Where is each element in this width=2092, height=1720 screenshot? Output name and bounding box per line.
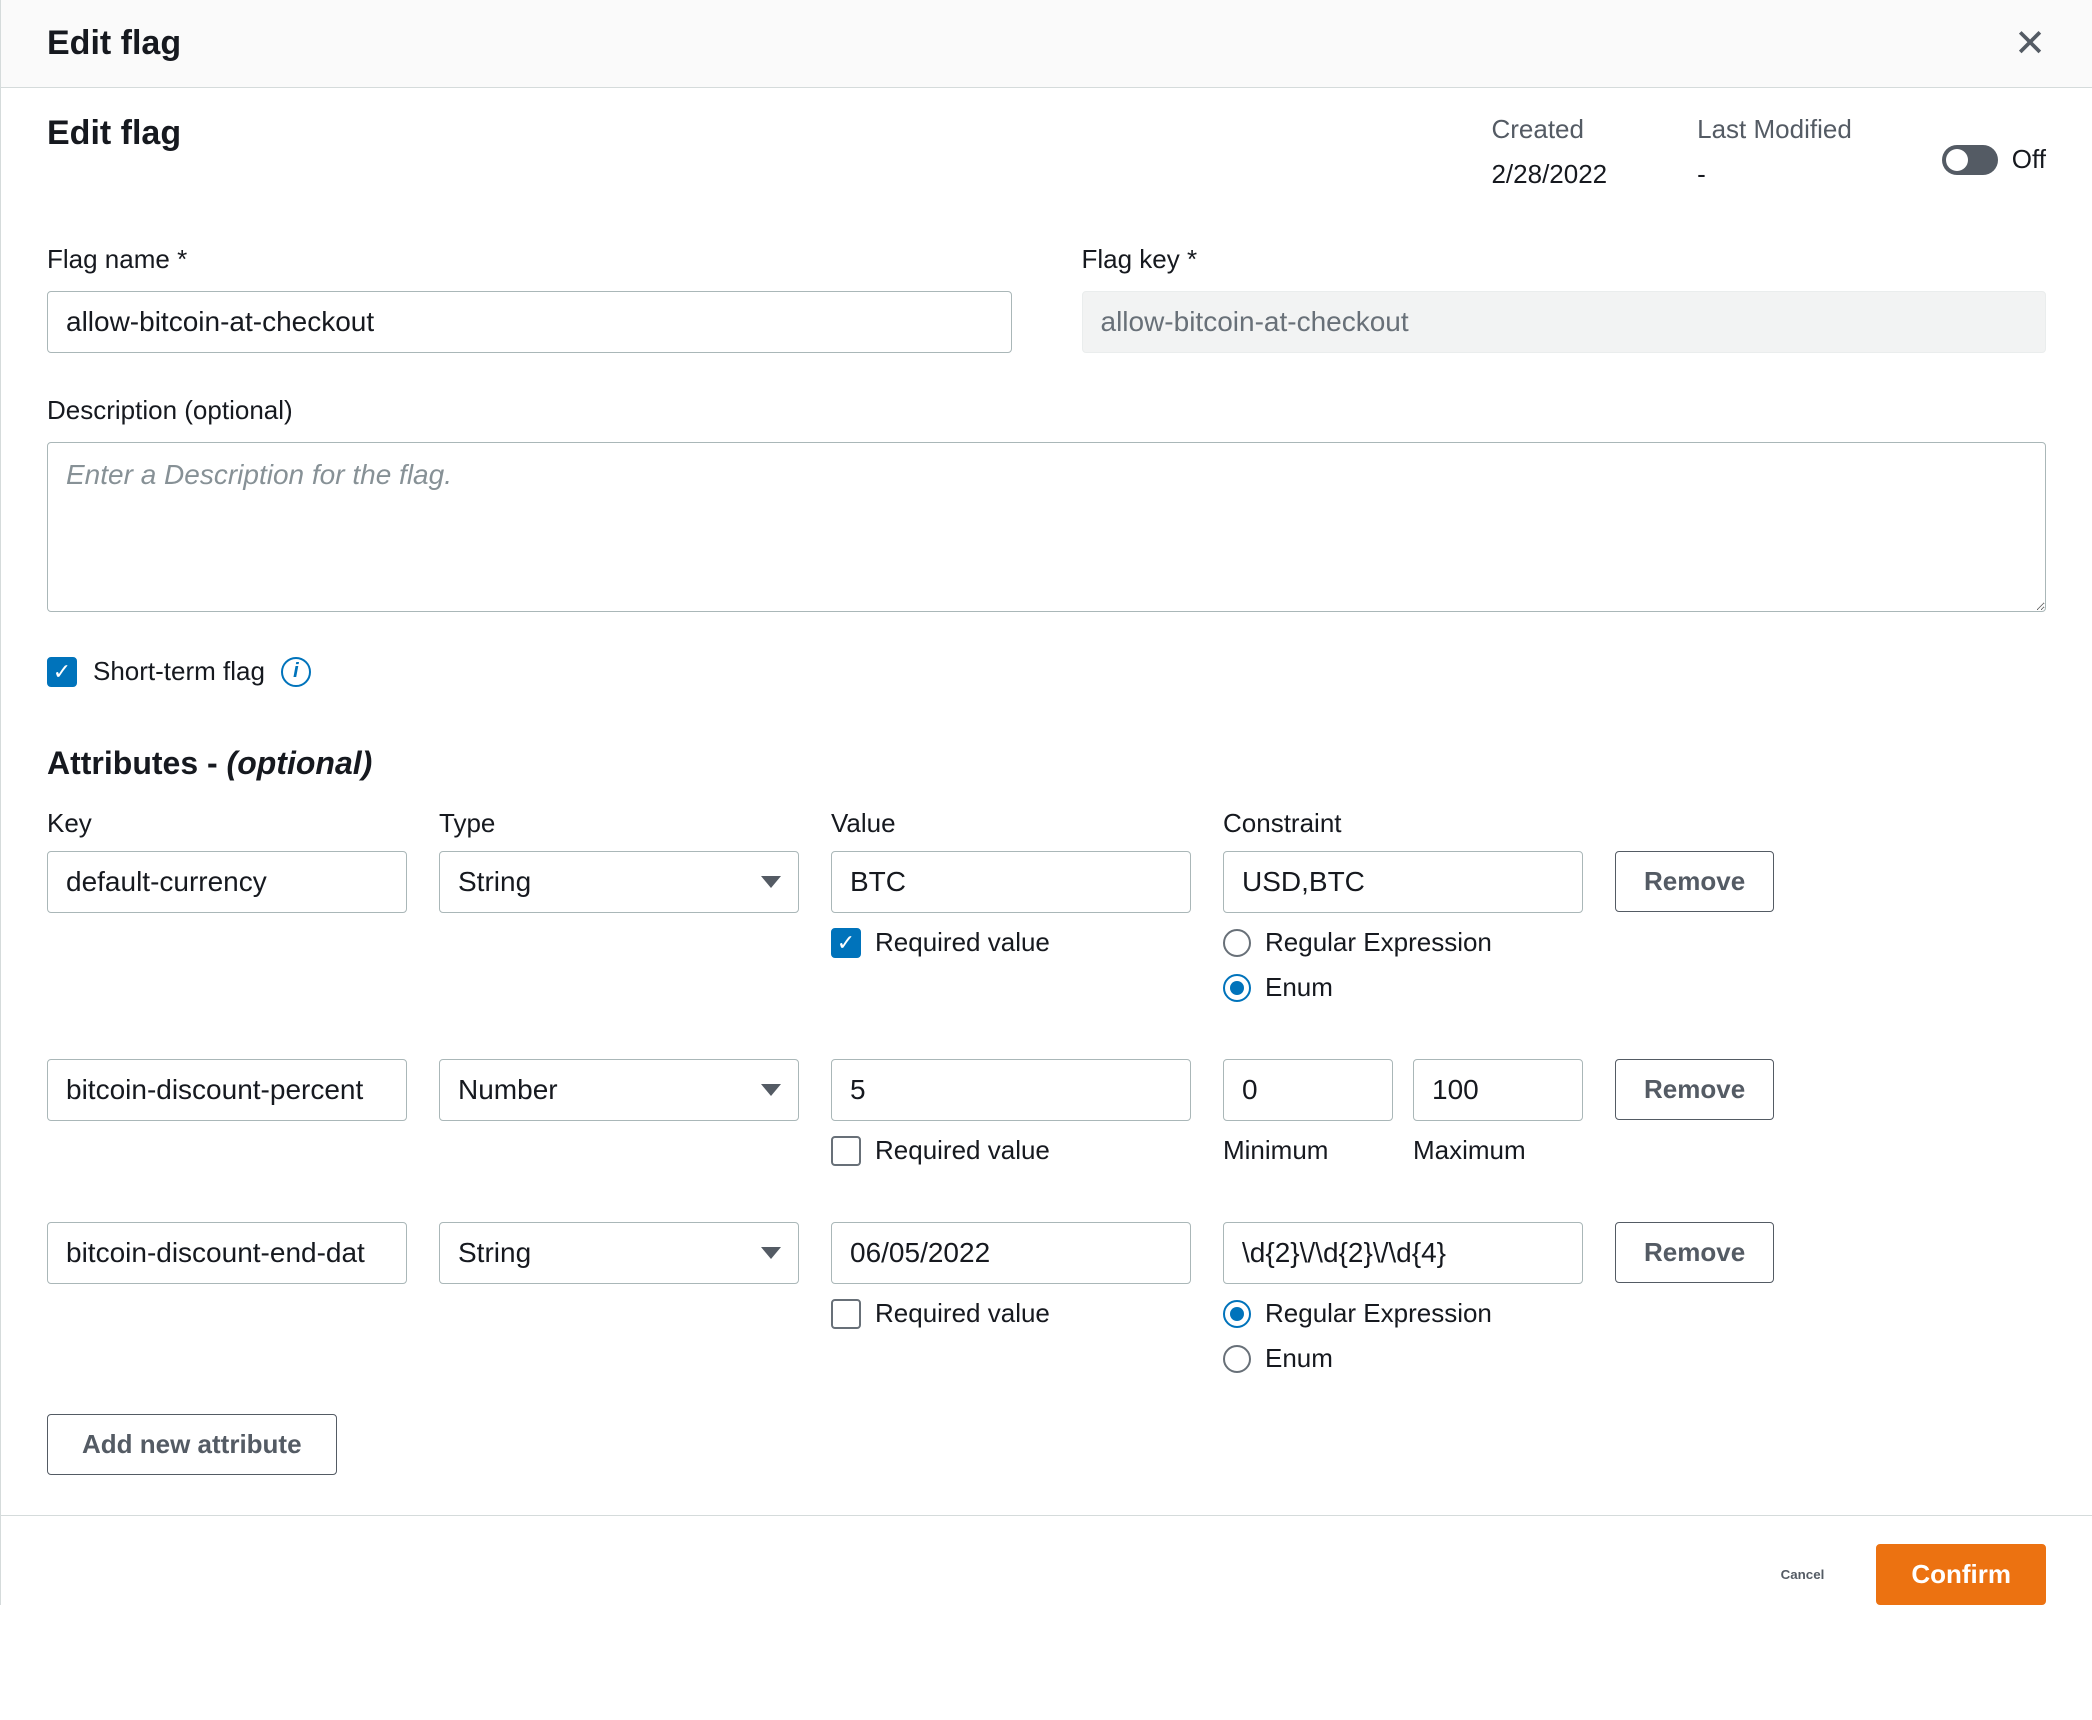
flag-name-input[interactable] — [47, 291, 1012, 353]
attr-min-input[interactable] — [1223, 1059, 1393, 1121]
toggle-state-label: Off — [2012, 144, 2046, 175]
constraint-enum-radio[interactable]: Enum — [1223, 972, 1583, 1003]
col-key: Key — [47, 808, 407, 839]
short-term-flag-label: Short-term flag — [93, 656, 265, 687]
constraint-enum-radio[interactable]: Enum — [1223, 1343, 1583, 1374]
page-header: Edit flag Created 2/28/2022 Last Modifie… — [47, 114, 2046, 190]
attr-type-select[interactable] — [439, 1222, 799, 1284]
created-label: Created — [1491, 114, 1607, 145]
created-value: 2/28/2022 — [1491, 159, 1607, 190]
short-term-flag-checkbox[interactable]: ✓ — [47, 657, 77, 687]
attribute-row: ✓ Required value Regular Expression Enum — [47, 1222, 2046, 1374]
modal-footer: Cancel Confirm — [1, 1515, 2092, 1605]
cancel-button[interactable]: Cancel — [1753, 1544, 1853, 1605]
required-value-checkbox[interactable]: ✓ — [831, 928, 861, 958]
col-constraint: Constraint — [1223, 808, 1583, 839]
modified-value: - — [1697, 159, 1852, 190]
attr-key-input[interactable] — [47, 851, 407, 913]
attributes-heading: Attributes - (optional) — [47, 745, 2046, 782]
attr-max-input[interactable] — [1413, 1059, 1583, 1121]
info-icon[interactable]: i — [281, 657, 311, 687]
attr-constraint-input[interactable] — [1223, 1222, 1583, 1284]
modal-titlebar: Edit flag ✕ — [1, 0, 2092, 88]
attr-type-select[interactable] — [439, 1059, 799, 1121]
attr-key-input[interactable] — [47, 1059, 407, 1121]
attr-constraint-input[interactable] — [1223, 851, 1583, 913]
description-textarea[interactable] — [47, 442, 2046, 612]
remove-attribute-button[interactable]: Remove — [1615, 1059, 1774, 1120]
max-label: Maximum — [1413, 1135, 1583, 1166]
modal-title: Edit flag — [47, 24, 181, 63]
min-label: Minimum — [1223, 1135, 1393, 1166]
close-icon[interactable]: ✕ — [2014, 25, 2046, 63]
attr-type-select[interactable] — [439, 851, 799, 913]
attr-value-input[interactable] — [831, 851, 1191, 913]
flag-name-label: Flag name * — [47, 244, 1012, 275]
page-title: Edit flag — [47, 114, 181, 153]
attr-value-input[interactable] — [831, 1059, 1191, 1121]
attr-key-input[interactable] — [47, 1222, 407, 1284]
remove-attribute-button[interactable]: Remove — [1615, 1222, 1774, 1283]
col-type: Type — [439, 808, 799, 839]
constraint-regex-radio[interactable]: Regular Expression — [1223, 1298, 1583, 1329]
attribute-row: ✓ Required value Regular Expression Enum — [47, 851, 2046, 1003]
attr-value-input[interactable] — [831, 1222, 1191, 1284]
flag-key-input — [1082, 291, 2047, 353]
required-value-label: Required value — [875, 1298, 1050, 1329]
required-value-label: Required value — [875, 1135, 1050, 1166]
add-attribute-button[interactable]: Add new attribute — [47, 1414, 337, 1475]
required-value-label: Required value — [875, 927, 1050, 958]
meta-block: Created 2/28/2022 Last Modified - Off — [1491, 114, 2046, 190]
required-value-checkbox[interactable]: ✓ — [831, 1299, 861, 1329]
confirm-button[interactable]: Confirm — [1876, 1544, 2046, 1605]
constraint-regex-radio[interactable]: Regular Expression — [1223, 927, 1583, 958]
required-value-checkbox[interactable]: ✓ — [831, 1136, 861, 1166]
modified-label: Last Modified — [1697, 114, 1852, 145]
col-value: Value — [831, 808, 1191, 839]
remove-attribute-button[interactable]: Remove — [1615, 851, 1774, 912]
attribute-row: ✓ Required value Minimum Maximum Remove — [47, 1059, 2046, 1166]
description-label: Description (optional) — [47, 395, 2046, 426]
flag-enabled-toggle[interactable] — [1942, 145, 1998, 175]
flag-key-label: Flag key * — [1082, 244, 2047, 275]
